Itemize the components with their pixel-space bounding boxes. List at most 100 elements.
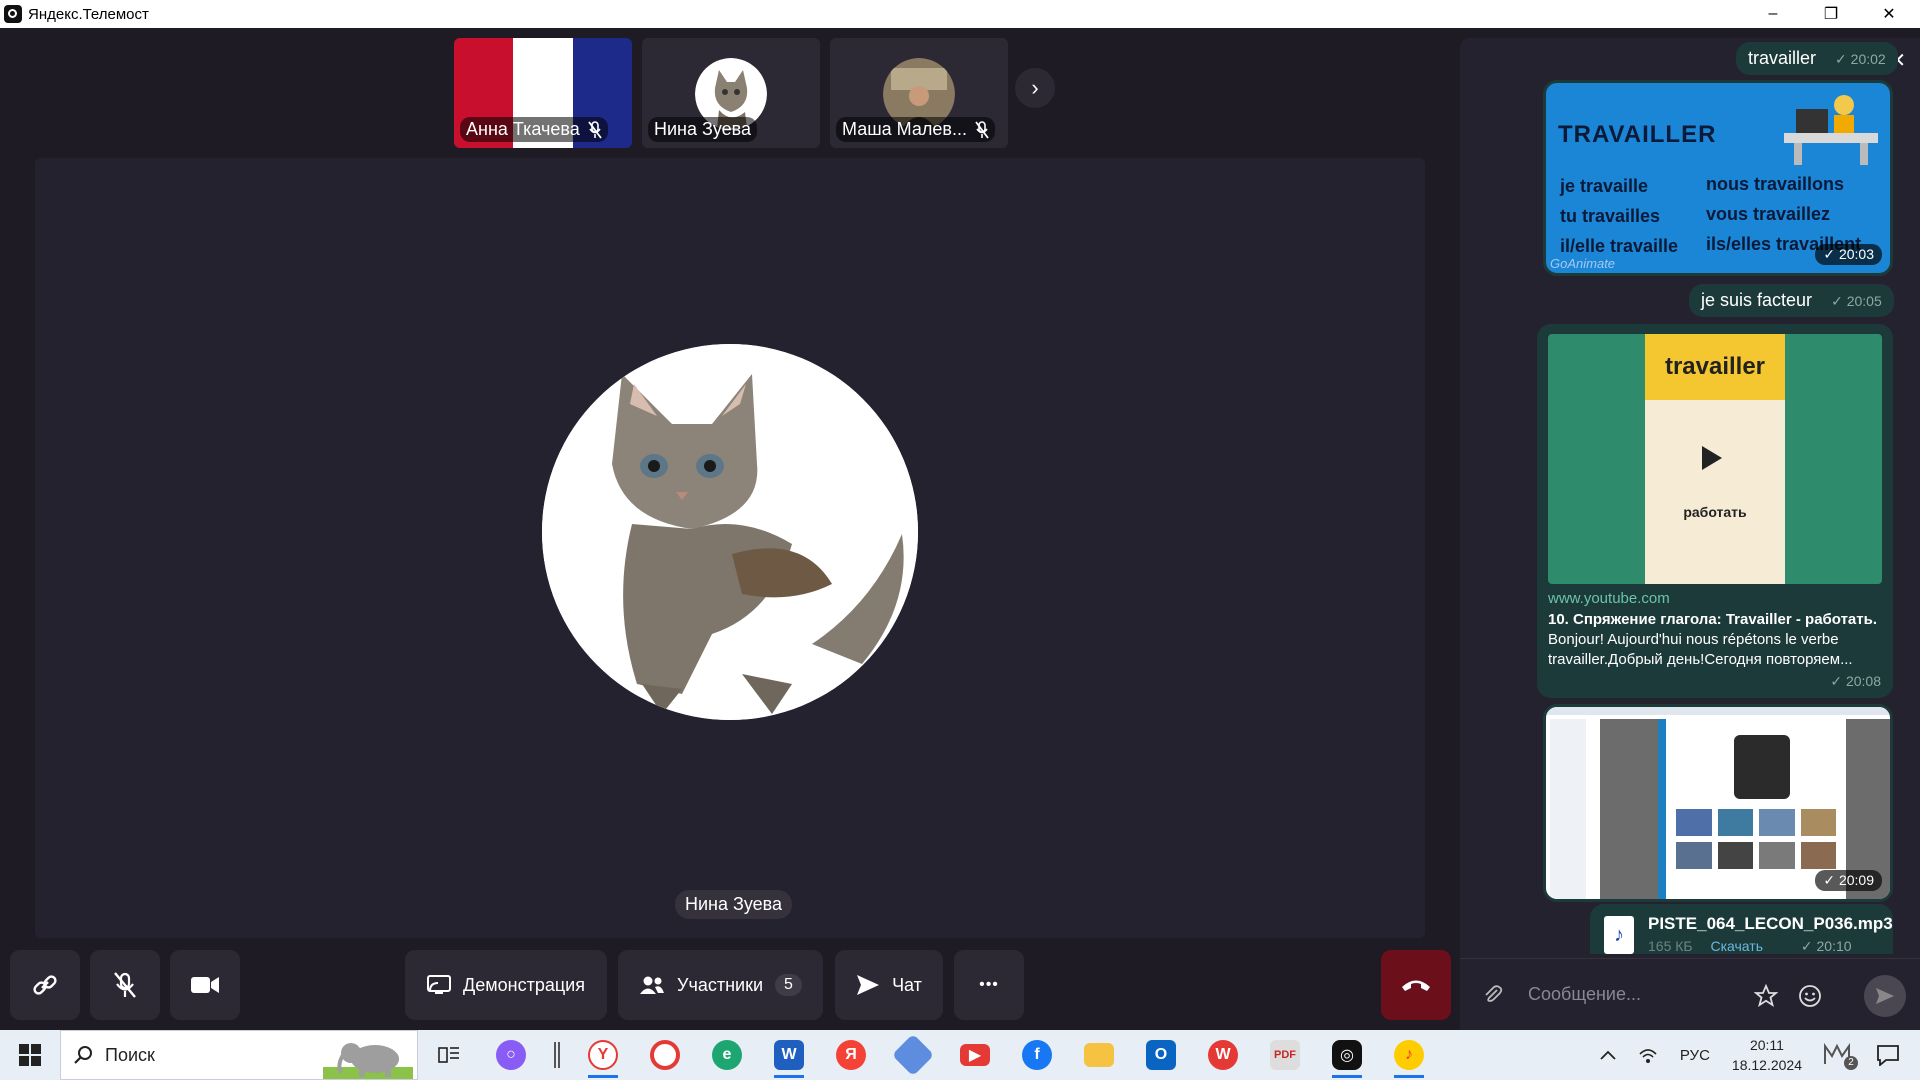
screenshot-photo [1734, 735, 1790, 799]
message-text: je suis facteur [1701, 290, 1813, 310]
video-thumbnail[interactable]: travailler работать [1548, 334, 1882, 584]
video-subtitle: работать [1683, 504, 1747, 520]
action-center-icon[interactable] [1876, 1044, 1900, 1066]
mic-off-icon [588, 120, 602, 139]
telemost-icon: ◎ [1332, 1040, 1362, 1070]
facebook-button[interactable]: f [1006, 1030, 1068, 1080]
screenshot-toolbar [1546, 707, 1890, 715]
word-icon: W [774, 1040, 804, 1070]
opera-button[interactable] [634, 1030, 696, 1080]
yandex-music-icon: ♪ [1394, 1040, 1424, 1070]
wifi-icon[interactable] [1638, 1046, 1658, 1064]
video-title: travailler [1645, 334, 1785, 400]
yandex-music-button[interactable]: ♪ [1378, 1030, 1440, 1080]
image-title: TRAVAILLER [1558, 121, 1717, 148]
time-value: 20:09 [1838, 872, 1874, 888]
task-view-button[interactable] [418, 1030, 480, 1080]
yandex-browser-button[interactable]: Y [572, 1030, 634, 1080]
demonstration-button[interactable]: Демонстрация [405, 950, 607, 1020]
send-message-button[interactable] [1864, 975, 1906, 1017]
participants-button[interactable]: Участники 5 [618, 950, 823, 1020]
paperclip-icon[interactable] [1482, 984, 1504, 1006]
start-button[interactable] [0, 1030, 60, 1080]
window-title: Яндекс.Телемост [28, 5, 149, 23]
language-indicator[interactable]: РУС [1680, 1047, 1710, 1064]
chat-image-travailler[interactable]: TRAVAILLER je travaille tu travailles il… [1543, 80, 1893, 276]
chat-label: Чат [892, 974, 922, 995]
notifications-app-button[interactable]: 2 [1824, 1042, 1858, 1070]
screenshot-accent [1658, 719, 1666, 899]
yandex-icon: Я [836, 1040, 866, 1070]
chat-image-screenshot[interactable]: ✓ 20:09 [1543, 704, 1893, 902]
telemost-taskbar-button[interactable]: ◎ [1316, 1030, 1378, 1080]
link-description: Bonjour! Aujourd'hui nous répétons le ve… [1548, 631, 1853, 668]
copilot-icon [891, 1033, 935, 1077]
copilot-button[interactable] [882, 1030, 944, 1080]
edge-button[interactable]: e [696, 1030, 758, 1080]
time-value: 20:05 [1846, 293, 1882, 309]
clock-date: 18.12.2024 [1731, 1057, 1802, 1073]
clock[interactable]: 20:11 18.12.2024 [1732, 1035, 1802, 1075]
participant-name-label: Нина Зуева [648, 117, 758, 142]
alice-app-button[interactable]: ○ [480, 1030, 542, 1080]
divider-icon [554, 1042, 560, 1068]
camera-icon [191, 977, 219, 993]
message-time: ✓ 20:09 [1815, 870, 1882, 891]
message-time: ✓ 20:08 [1830, 673, 1881, 689]
strip-next-button[interactable]: › [1015, 68, 1055, 108]
speaker-avatar [542, 344, 918, 720]
camera-toggle-button[interactable] [170, 950, 240, 1020]
participant-tile[interactable]: Анна Ткачева [454, 38, 632, 148]
main-stage: Нина Зуева [35, 158, 1425, 938]
screenshot-gray-area [1600, 719, 1658, 899]
phone-hangup-icon [1402, 980, 1430, 991]
pdf24-button[interactable]: PDF [1254, 1030, 1316, 1080]
chevron-up-icon[interactable] [1600, 1050, 1616, 1060]
more-options-button[interactable]: ••• [954, 950, 1024, 1020]
copy-link-button[interactable] [10, 950, 80, 1020]
microphone-toggle-button[interactable] [90, 950, 160, 1020]
yandex-button[interactable]: Я [820, 1030, 882, 1080]
screenshot-sidebar [1550, 719, 1586, 899]
participant-name-label: Анна Ткачева [460, 117, 608, 142]
file-explorer-button[interactable] [1068, 1030, 1130, 1080]
star-icon[interactable] [1754, 984, 1778, 1008]
close-window-button[interactable]: ✕ [1860, 0, 1918, 28]
hang-up-button[interactable] [1381, 950, 1451, 1020]
restore-button[interactable]: ❐ [1802, 0, 1860, 28]
play-icon[interactable] [1702, 446, 1722, 470]
message-input[interactable] [1528, 984, 1758, 1005]
system-tray: РУС 20:11 18.12.2024 2 [1600, 1030, 1920, 1080]
word-button[interactable]: W [758, 1030, 820, 1080]
image-left-column: je travaille tu travailles il/elle trava… [1560, 171, 1678, 261]
download-link[interactable]: Скачать [1710, 938, 1763, 954]
link-domain[interactable]: www.youtube.com [1548, 590, 1670, 607]
link-icon [33, 975, 57, 995]
cat-illustration-icon [542, 344, 918, 720]
chat-file-message[interactable]: ♪ PISTE_064_LECON_P036.mp3 165 КБ Скачат… [1590, 904, 1893, 954]
wps-icon: W [1208, 1040, 1238, 1070]
chat-link-preview[interactable]: travailler работать www.youtube.com 10. … [1537, 324, 1893, 698]
search-icon [74, 1046, 92, 1064]
emoji-icon[interactable] [1798, 984, 1822, 1008]
outlook-button[interactable]: O [1130, 1030, 1192, 1080]
participant-tile[interactable]: Нина Зуева [642, 38, 820, 148]
send-chat-icon [857, 975, 880, 995]
minimize-button[interactable]: – [1744, 0, 1802, 28]
yandex-browser-icon: Y [588, 1040, 618, 1070]
message-text: travailler [1748, 48, 1817, 68]
link-title[interactable]: 10. Спряжение глагола: Travailler - рабо… [1548, 610, 1884, 630]
taskbar-search[interactable]: Поиск [60, 1030, 418, 1080]
participant-name: Маша Малев... [842, 119, 967, 139]
participant-tile[interactable]: Маша Малев... [830, 38, 1008, 148]
pdf24-icon: PDF [1270, 1040, 1300, 1070]
message-time: ✓ 20:02 [1835, 51, 1886, 67]
audio-file-icon: ♪ [1604, 916, 1634, 954]
video-area: Анна Ткачева Нина Зуева Маша Малев... › [0, 28, 1460, 1030]
screenshot-grid [1676, 809, 1836, 869]
youtube-button[interactable]: ▶ [944, 1030, 1006, 1080]
chat-message: travailler ✓ 20:02 [1736, 42, 1898, 75]
chat-button[interactable]: Чат [835, 950, 943, 1020]
wps-office-button[interactable]: W [1192, 1030, 1254, 1080]
mic-off-icon [975, 120, 989, 139]
